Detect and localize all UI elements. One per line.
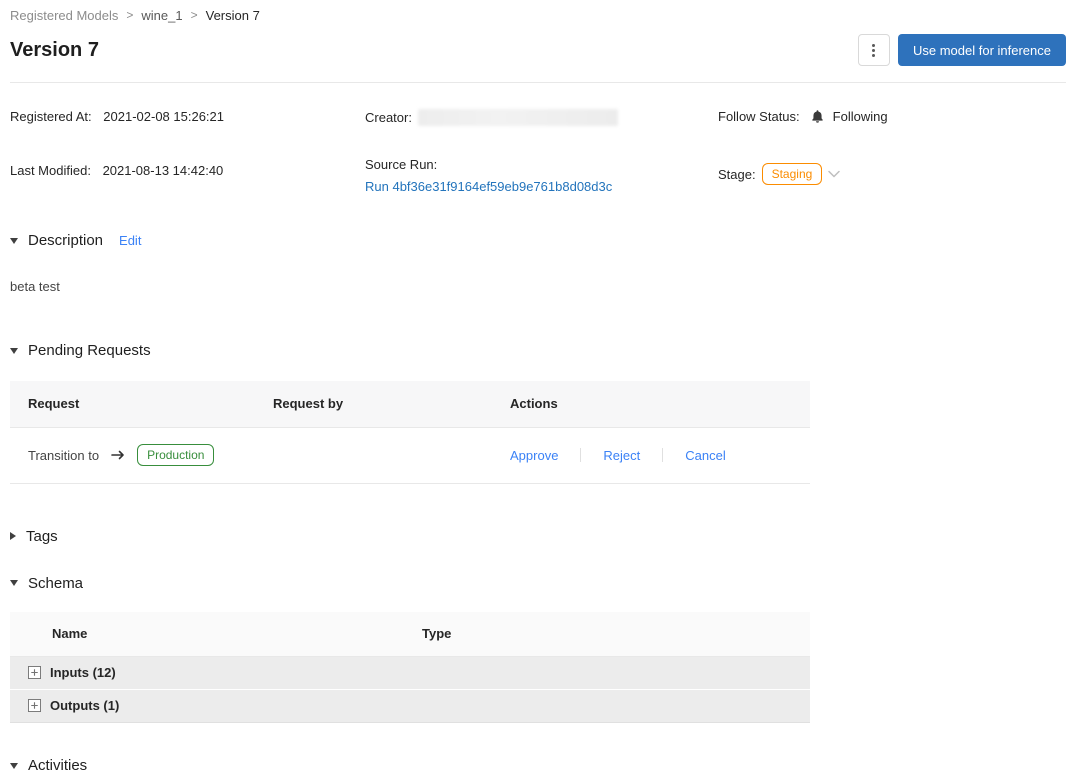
divider: [580, 448, 582, 462]
tags-title: Tags: [26, 527, 58, 545]
schema-inputs-row[interactable]: Inputs (12): [10, 656, 810, 690]
creator-redacted-value: [417, 109, 618, 126]
stage-badge[interactable]: Staging: [761, 163, 823, 185]
source-run: Source Run: Run 4bf36e31f9164ef59eb9e761…: [365, 157, 718, 194]
breadcrumb-separator-icon: >: [126, 8, 134, 22]
breadcrumb: Registered Models > wine_1 > Version 7: [10, 6, 1066, 24]
schema-outputs-row[interactable]: Outputs (1): [10, 689, 810, 723]
column-header-actions: Actions: [492, 381, 810, 428]
expand-plus-icon[interactable]: [28, 665, 41, 679]
schema-table: Name Type Inputs (12) Outputs (1): [10, 611, 810, 723]
ellipsis-icon: [872, 43, 876, 47]
arrow-right-icon: [111, 450, 125, 460]
pending-requests-title: Pending Requests: [28, 342, 151, 359]
follow-status-value[interactable]: Following: [833, 109, 888, 124]
activities-section: Activities applied a stage transition No…: [10, 757, 1066, 781]
last-modified: Last Modified: 2021-08-13 14:42:40: [10, 157, 365, 194]
schema-section: Schema Name Type Inputs (12) Outputs (1): [10, 575, 1066, 723]
registered-at-value: 2021-02-08 15:26:21: [103, 109, 224, 124]
schema-title: Schema: [28, 574, 84, 592]
registered-at: Registered At: 2021-02-08 15:26:21: [10, 109, 365, 157]
cancel-link[interactable]: Cancel: [685, 448, 725, 463]
activities-title: Activities: [28, 757, 88, 774]
creator-label: Creator:: [365, 110, 412, 125]
page-header: Version 7 Use model for inference: [10, 34, 1066, 83]
column-header-name: Name: [10, 611, 422, 657]
more-options-button[interactable]: [857, 34, 890, 66]
last-modified-value: 2021-08-13 14:42:40: [102, 163, 224, 178]
schema-outputs-label: Outputs (1): [50, 697, 120, 713]
approve-link[interactable]: Approve: [510, 448, 558, 463]
description-header[interactable]: Description Edit: [10, 232, 1066, 249]
expand-plus-icon[interactable]: [28, 698, 41, 712]
collapse-caret-icon: [10, 347, 18, 354]
breadcrumb-model-name[interactable]: wine_1: [141, 8, 182, 23]
metadata-grid: Registered At: 2021-02-08 15:26:21 Creat…: [10, 109, 1066, 194]
column-header-type: Type: [422, 611, 810, 657]
description-section: Description Edit beta test: [10, 232, 1066, 294]
follow-status: Follow Status: Following: [718, 109, 1066, 157]
use-model-for-inference-button[interactable]: Use model for inference: [897, 34, 1066, 66]
pending-requests-section: Pending Requests Request Request by Acti…: [10, 342, 1066, 484]
ellipsis-icon: [872, 48, 876, 52]
schema-header[interactable]: Schema: [10, 575, 1066, 592]
ellipsis-icon: [872, 53, 876, 57]
stage-selector[interactable]: Staging: [761, 163, 841, 185]
header-actions: Use model for inference: [857, 34, 1066, 66]
reject-link[interactable]: Reject: [603, 448, 640, 463]
model-version-page: Registered Models > wine_1 > Version 7 V…: [0, 0, 1074, 781]
collapse-caret-icon: [10, 762, 18, 769]
target-stage-badge: Production: [137, 444, 215, 466]
pending-requests-header[interactable]: Pending Requests: [10, 342, 1066, 359]
breadcrumb-registered-models[interactable]: Registered Models: [10, 8, 118, 23]
registered-at-label: Registered At:: [10, 109, 92, 124]
collapse-caret-icon: [10, 580, 18, 586]
bell-icon: [810, 109, 825, 124]
column-header-request-by: Request by: [255, 381, 492, 428]
follow-status-label: Follow Status:: [718, 109, 800, 124]
chevron-down-icon: [828, 170, 841, 178]
stage: Stage: Staging: [718, 157, 1066, 194]
description-edit-link[interactable]: Edit: [119, 233, 141, 248]
collapsed-caret-icon: [10, 532, 16, 540]
creator: Creator:: [365, 109, 718, 157]
tags-section: Tags: [10, 528, 1066, 545]
column-header-request: Request: [10, 381, 255, 428]
request-text: Transition to: [28, 447, 100, 463]
description-body: beta test: [10, 279, 60, 294]
last-modified-label: Last Modified:: [10, 163, 91, 178]
stage-label: Stage:: [718, 166, 756, 182]
pending-request-row: Transition to Production Approve Reject …: [10, 427, 810, 484]
divider: [662, 448, 664, 462]
description-title: Description: [28, 232, 104, 249]
source-run-label: Source Run:: [365, 157, 438, 172]
pending-requests-table: Request Request by Actions Transition to…: [10, 381, 810, 484]
collapse-caret-icon: [10, 237, 18, 244]
source-run-link[interactable]: Run 4bf36e31f9164ef59eb9e761b8d08d3c: [365, 179, 612, 194]
tags-header[interactable]: Tags: [10, 528, 1066, 545]
breadcrumb-separator-icon: >: [190, 8, 198, 22]
page-title: Version 7: [10, 38, 99, 61]
breadcrumb-current-version: Version 7: [205, 7, 260, 23]
schema-inputs-label: Inputs (12): [50, 664, 116, 680]
activities-header[interactable]: Activities: [10, 757, 1066, 774]
